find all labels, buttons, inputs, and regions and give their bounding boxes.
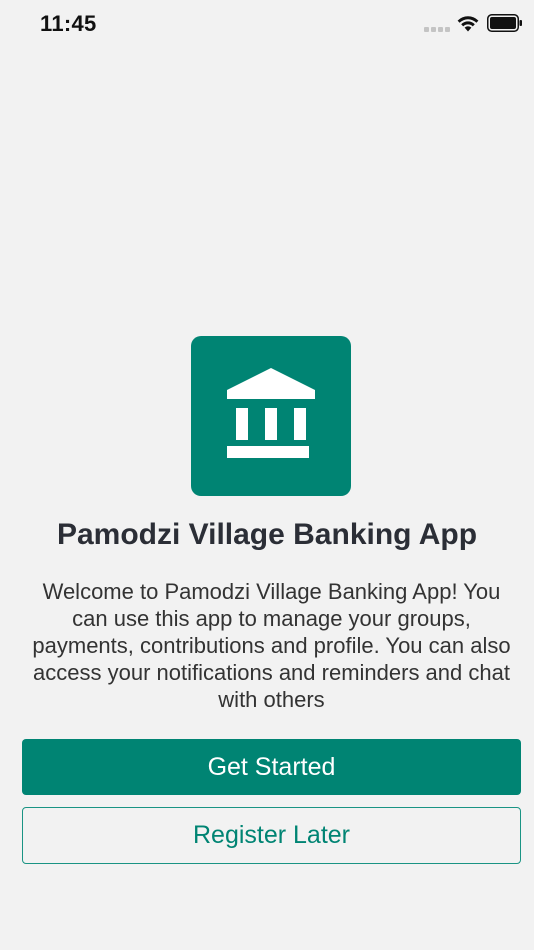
get-started-button[interactable]: Get Started <box>22 739 521 795</box>
wifi-icon <box>457 16 479 32</box>
bank-building-icon <box>227 368 315 458</box>
welcome-description: Welcome to Pamodzi Village Banking App! … <box>32 579 511 712</box>
register-later-button[interactable]: Register Later <box>22 807 521 864</box>
register-later-label: Register Later <box>192 821 351 849</box>
app-title: Pamodzi Village Banking App <box>56 518 478 551</box>
status-bar: 11:45 <box>0 0 534 48</box>
app-logo <box>191 336 351 496</box>
signal-dots-icon <box>424 27 450 32</box>
battery-icon <box>487 14 522 32</box>
status-time: 11:45 <box>40 11 97 36</box>
get-started-label: Get Started <box>207 752 336 781</box>
